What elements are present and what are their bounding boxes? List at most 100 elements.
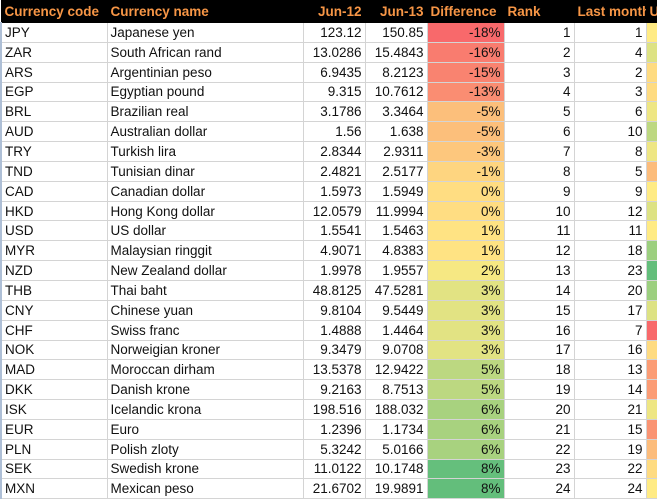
cell-jun-12[interactable]: 13.0286	[302, 41, 366, 63]
cell-currency-code[interactable]: NZD	[0, 260, 108, 281]
cell-currency-code[interactable]: EUR	[0, 418, 108, 440]
cell-jun-12[interactable]: 2.8344	[302, 141, 366, 162]
cell-currency-name[interactable]: Euro	[106, 418, 304, 440]
cell-rank[interactable]: 1	[503, 22, 575, 43]
cell-jun-12[interactable]: 9.315	[302, 81, 366, 103]
cell-last-month[interactable]: 12	[573, 200, 647, 222]
cell-difference[interactable]: 2%	[426, 260, 505, 281]
cell-jun-13[interactable]: 9.0708	[364, 339, 428, 361]
cell-currency-name[interactable]: Australian dollar	[106, 121, 304, 143]
cell-difference[interactable]: 3%	[426, 279, 505, 301]
cell-currency-name[interactable]: Swedish krone	[106, 458, 304, 480]
cell-last-month[interactable]: 19	[573, 438, 647, 460]
cell-up-down[interactable]: 1	[645, 101, 657, 123]
cell-jun-12[interactable]: 9.3479	[302, 339, 366, 361]
cell-jun-13[interactable]: 1.5463	[364, 220, 428, 242]
cell-currency-name[interactable]: Chinese yuan	[106, 299, 304, 321]
cell-difference[interactable]: -5%	[426, 121, 505, 143]
cell-difference[interactable]: -16%	[426, 41, 505, 63]
cell-jun-12[interactable]: 12.0579	[302, 200, 366, 222]
cell-jun-13[interactable]: 1.1734	[364, 418, 428, 440]
cell-up-down[interactable]: 0	[645, 478, 657, 500]
cell-up-down[interactable]: -1	[645, 81, 657, 103]
cell-currency-code[interactable]: PLN	[0, 438, 108, 460]
cell-up-down[interactable]: -3	[645, 160, 657, 182]
cell-jun-13[interactable]: 11.9994	[364, 200, 428, 222]
cell-last-month[interactable]: 7	[573, 319, 647, 341]
cell-jun-13[interactable]: 3.3464	[364, 101, 428, 123]
cell-jun-12[interactable]: 198.516	[302, 399, 366, 420]
cell-currency-code[interactable]: CHF	[0, 319, 108, 341]
header-currency-name[interactable]: Currency name	[106, 0, 304, 23]
cell-rank[interactable]: 8	[503, 160, 575, 182]
cell-rank[interactable]: 4	[503, 81, 575, 103]
cell-jun-13[interactable]: 8.7513	[364, 379, 428, 401]
cell-jun-12[interactable]: 3.1786	[302, 101, 366, 123]
cell-up-down[interactable]: 1	[645, 399, 657, 420]
cell-currency-code[interactable]: THB	[0, 279, 108, 301]
cell-currency-name[interactable]: Norweigian kroner	[106, 339, 304, 361]
cell-jun-12[interactable]: 1.4888	[302, 319, 366, 341]
cell-jun-12[interactable]: 1.2396	[302, 418, 366, 440]
cell-currency-name[interactable]: US dollar	[106, 220, 304, 242]
cell-currency-code[interactable]: HKD	[0, 200, 108, 222]
cell-jun-13[interactable]: 10.1748	[364, 458, 428, 480]
cell-jun-13[interactable]: 12.9422	[364, 359, 428, 381]
cell-currency-name[interactable]: Thai baht	[106, 279, 304, 301]
cell-up-down[interactable]: -1	[645, 61, 657, 83]
cell-jun-13[interactable]: 2.9311	[364, 141, 428, 162]
cell-jun-13[interactable]: 188.032	[364, 399, 428, 420]
cell-jun-12[interactable]: 2.4821	[302, 160, 366, 182]
cell-jun-13[interactable]: 5.0166	[364, 438, 428, 460]
cell-jun-13[interactable]: 2.5177	[364, 160, 428, 182]
cell-rank[interactable]: 21	[503, 418, 575, 440]
cell-jun-12[interactable]: 48.8125	[302, 279, 366, 301]
cell-jun-12[interactable]: 6.9435	[302, 61, 366, 83]
cell-currency-name[interactable]: Tunisian dinar	[106, 160, 304, 182]
cell-rank[interactable]: 20	[503, 399, 575, 420]
cell-currency-code[interactable]: BRL	[0, 101, 108, 123]
cell-jun-13[interactable]: 8.2123	[364, 61, 428, 83]
cell-currency-name[interactable]: Icelandic krona	[106, 399, 304, 420]
header-last-month[interactable]: Last month	[573, 0, 647, 23]
cell-last-month[interactable]: 20	[573, 279, 647, 301]
cell-difference[interactable]: 3%	[426, 319, 505, 341]
cell-up-down[interactable]: 2	[645, 299, 657, 321]
cell-rank[interactable]: 14	[503, 279, 575, 301]
cell-rank[interactable]: 7	[503, 141, 575, 162]
cell-jun-13[interactable]: 4.8383	[364, 240, 428, 262]
cell-difference[interactable]: 0%	[426, 180, 505, 202]
header-currency-code[interactable]: Currency code	[0, 0, 108, 23]
cell-rank[interactable]: 24	[503, 478, 575, 500]
cell-jun-12[interactable]: 4.9071	[302, 240, 366, 262]
cell-up-down[interactable]: 0	[645, 22, 657, 43]
cell-jun-13[interactable]: 19.9891	[364, 478, 428, 500]
cell-currency-code[interactable]: NOK	[0, 339, 108, 361]
cell-last-month[interactable]: 23	[573, 260, 647, 281]
cell-currency-code[interactable]: MYR	[0, 240, 108, 262]
cell-currency-name[interactable]: Polish zloty	[106, 438, 304, 460]
cell-last-month[interactable]: 1	[573, 22, 647, 43]
header-jun-12[interactable]: Jun-12	[302, 0, 366, 23]
cell-difference[interactable]: 6%	[426, 418, 505, 440]
cell-currency-name[interactable]: New Zealand dollar	[106, 260, 304, 281]
cell-up-down[interactable]: 6	[645, 279, 657, 301]
cell-difference[interactable]: 6%	[426, 399, 505, 420]
cell-rank[interactable]: 10	[503, 200, 575, 222]
cell-difference[interactable]: -18%	[426, 22, 505, 43]
cell-difference[interactable]: 5%	[426, 379, 505, 401]
cell-currency-name[interactable]: Danish krone	[106, 379, 304, 401]
cell-up-down[interactable]: -3	[645, 438, 657, 460]
cell-jun-12[interactable]: 11.0122	[302, 458, 366, 480]
cell-rank[interactable]: 22	[503, 438, 575, 460]
cell-last-month[interactable]: 10	[573, 121, 647, 143]
cell-currency-name[interactable]: Argentinian peso	[106, 61, 304, 83]
cell-currency-name[interactable]: Japanese yen	[106, 22, 304, 43]
cell-jun-12[interactable]: 1.9978	[302, 260, 366, 281]
cell-last-month[interactable]: 9	[573, 180, 647, 202]
cell-up-down[interactable]: 10	[645, 260, 657, 281]
cell-rank[interactable]: 5	[503, 101, 575, 123]
cell-jun-12[interactable]: 1.5541	[302, 220, 366, 242]
cell-last-month[interactable]: 22	[573, 458, 647, 480]
cell-last-month[interactable]: 16	[573, 339, 647, 361]
